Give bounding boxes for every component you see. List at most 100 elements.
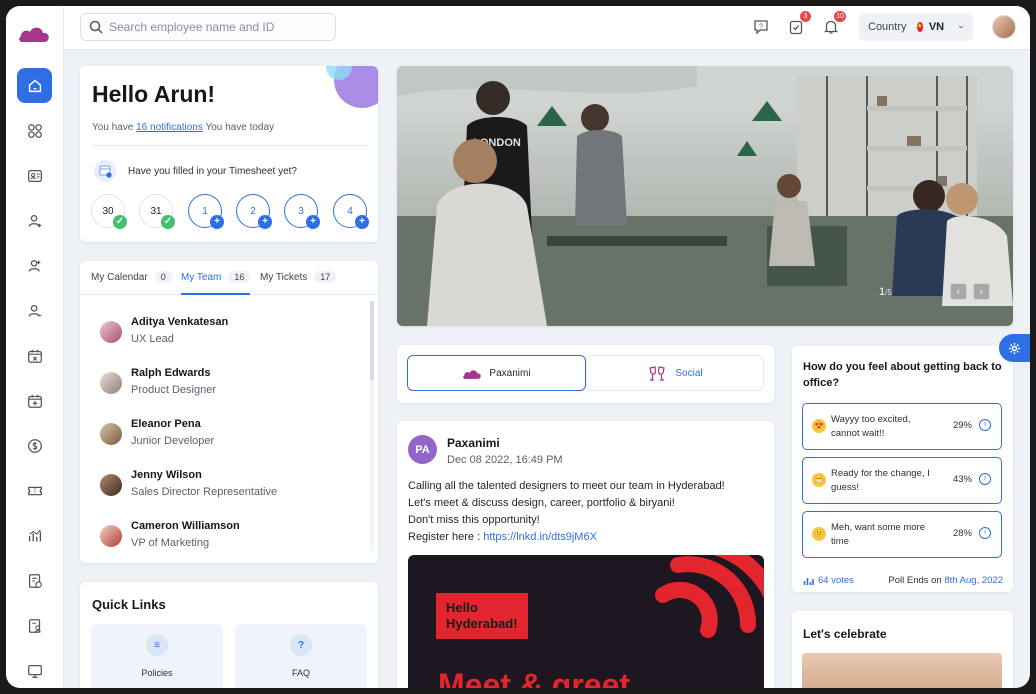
sidebar-item-reports[interactable] [17, 518, 52, 553]
plus-icon: + [355, 215, 369, 229]
search-input[interactable] [109, 20, 329, 34]
hero-carousel[interactable]: LONDON 1/5 ‹ › [397, 66, 1013, 326]
post-body: Calling all the talented designers to me… [408, 478, 764, 546]
info-icon[interactable]: i [979, 527, 991, 539]
tasks-button[interactable]: 3 [785, 11, 811, 38]
sidebar-item-profile-card[interactable] [17, 158, 52, 193]
greeting-title: Hello Arun! [92, 81, 216, 107]
country-selector[interactable]: Country ★ VN [859, 13, 973, 41]
user-avatar[interactable] [992, 15, 1016, 39]
tab-social[interactable]: Social [586, 355, 764, 391]
day-chip[interactable]: 1 + [188, 194, 224, 229]
notifications-link[interactable]: 16 notifications [136, 122, 203, 133]
quick-link-faq[interactable]: ? FAQ [235, 624, 367, 688]
notifications-button[interactable]: 10 [820, 11, 846, 38]
tab-my-team[interactable]: My Team 16 [181, 271, 251, 295]
chevron-down-icon [959, 25, 964, 29]
sidebar-item-calendar-add[interactable] [17, 383, 52, 418]
carousel-prev-button[interactable]: ‹ [949, 283, 967, 300]
member-role: VP of Marketing [131, 537, 210, 549]
sidebar-item-payroll[interactable] [17, 428, 52, 463]
tab-label: My Calendar [91, 271, 148, 283]
poll-option-percent: 28% [952, 528, 972, 539]
avatar [100, 372, 122, 394]
celebrate-image[interactable] [802, 653, 1002, 688]
help-chat-icon: ? [754, 20, 768, 35]
post-author[interactable]: Paxanimi [447, 436, 500, 450]
poll-option-percent: 43% [952, 474, 972, 485]
register-link[interactable]: https://lnkd.in/dts9jM6X [483, 531, 597, 543]
promo-line: Hello [446, 600, 478, 615]
team-member[interactable]: Aditya Venkatesan UX Lead [100, 314, 350, 354]
day-chip[interactable]: 31 ✓ [139, 194, 175, 229]
promo-headline: Meet & greet [438, 667, 631, 688]
notifications-badge: 10 [834, 11, 846, 22]
promo-line: Hyderabad! [446, 616, 518, 631]
team-member[interactable]: Jenny Wilson Sales Director Representati… [100, 467, 350, 507]
chevron-right-icon: › [979, 286, 983, 297]
author-avatar[interactable]: PA [408, 435, 437, 464]
chevron-left-icon: ‹ [956, 286, 960, 297]
document-user-icon [28, 618, 41, 633]
tab-paxanimi[interactable]: Paxanimi [407, 355, 586, 391]
member-role: Product Designer [131, 384, 216, 396]
team-member[interactable]: Cameron Williamson VP of Marketing [100, 518, 350, 558]
team-member[interactable]: Eleanor Pena Junior Developer [100, 416, 350, 456]
tab-my-tickets[interactable]: My Tickets 17 [260, 271, 337, 283]
vietnam-flag-icon: ★ [916, 22, 923, 32]
brand-logo-icon[interactable] [18, 22, 50, 44]
member-name: Aditya Venkatesan [131, 316, 229, 328]
help-button[interactable]: ? [750, 16, 772, 38]
day-label: 1 [202, 205, 208, 217]
info-icon[interactable]: i [979, 473, 991, 485]
avatar [100, 321, 122, 343]
brand-logo-icon [463, 369, 482, 379]
sidebar-item-home[interactable] [17, 68, 52, 103]
excited-emoji-icon: 😍 [812, 419, 826, 433]
employee-search[interactable] [80, 13, 336, 41]
sidebar-item-user-remove[interactable] [17, 293, 52, 328]
member-role: Junior Developer [131, 435, 215, 447]
poll-option[interactable]: 😁 Ready for the change, I guess! 43% i [802, 457, 1002, 504]
quick-link-policies[interactable]: ≡ Policies [91, 624, 223, 688]
day-label: 2 [250, 205, 256, 217]
poll-end: Poll Ends on 8th Aug, 2022 [888, 575, 1003, 586]
info-icon[interactable]: i [979, 419, 991, 431]
team-member[interactable]: Ralph Edwards Product Designer [100, 365, 350, 405]
carousel-next-button[interactable]: › [972, 283, 990, 300]
calendar-plus-icon [27, 394, 42, 408]
sidebar-item-tickets[interactable] [17, 473, 52, 508]
id-card-icon [27, 169, 42, 182]
avatar [100, 525, 122, 547]
poll-option[interactable]: 😍 Wayyy too excited, cannot wait!! 29% i [802, 403, 1002, 450]
sidebar-item-employee-docs[interactable] [17, 608, 52, 643]
day-label: 3 [298, 205, 304, 217]
sidebar-item-apps[interactable] [17, 113, 52, 148]
register-label: Register here : [408, 531, 484, 543]
member-name: Ralph Edwards [131, 367, 211, 379]
day-chip[interactable]: 2 + [236, 194, 272, 229]
scrollbar-thumb[interactable] [370, 301, 374, 381]
report-chart-icon [28, 528, 41, 541]
sidebar-item-devices[interactable] [17, 653, 52, 688]
tab-my-calendar[interactable]: My Calendar 0 [91, 271, 172, 283]
notif-prefix: You have [92, 122, 134, 133]
bar-chart-icon [803, 577, 814, 585]
day-chip[interactable]: 3 + [284, 194, 320, 229]
poll-votes[interactable]: 64 votes [803, 575, 854, 586]
notification-summary: You have 16 notifications You have today [92, 122, 274, 133]
user-plus-icon [28, 214, 41, 227]
post-image[interactable]: Hello Hyderabad! Meet & greet [408, 555, 764, 688]
sidebar-item-user-invite[interactable] [17, 248, 52, 283]
sidebar-item-calendar-cancel[interactable] [17, 338, 52, 373]
tab-label: Paxanimi [489, 367, 531, 379]
sidebar-item-documents[interactable] [17, 563, 52, 598]
sidebar-item-user-add[interactable] [17, 203, 52, 238]
tab-label: My Team [181, 271, 222, 283]
quick-links-card: Quick Links ≡ Policies ? FAQ [80, 582, 378, 688]
settings-tab[interactable] [999, 334, 1030, 362]
day-chip[interactable]: 4 + [333, 194, 369, 229]
poll-option[interactable]: 😕 Meh, want some more time 28% i [802, 511, 1002, 558]
day-chip[interactable]: 30 ✓ [91, 194, 127, 229]
poll-option-percent: 29% [952, 420, 972, 431]
